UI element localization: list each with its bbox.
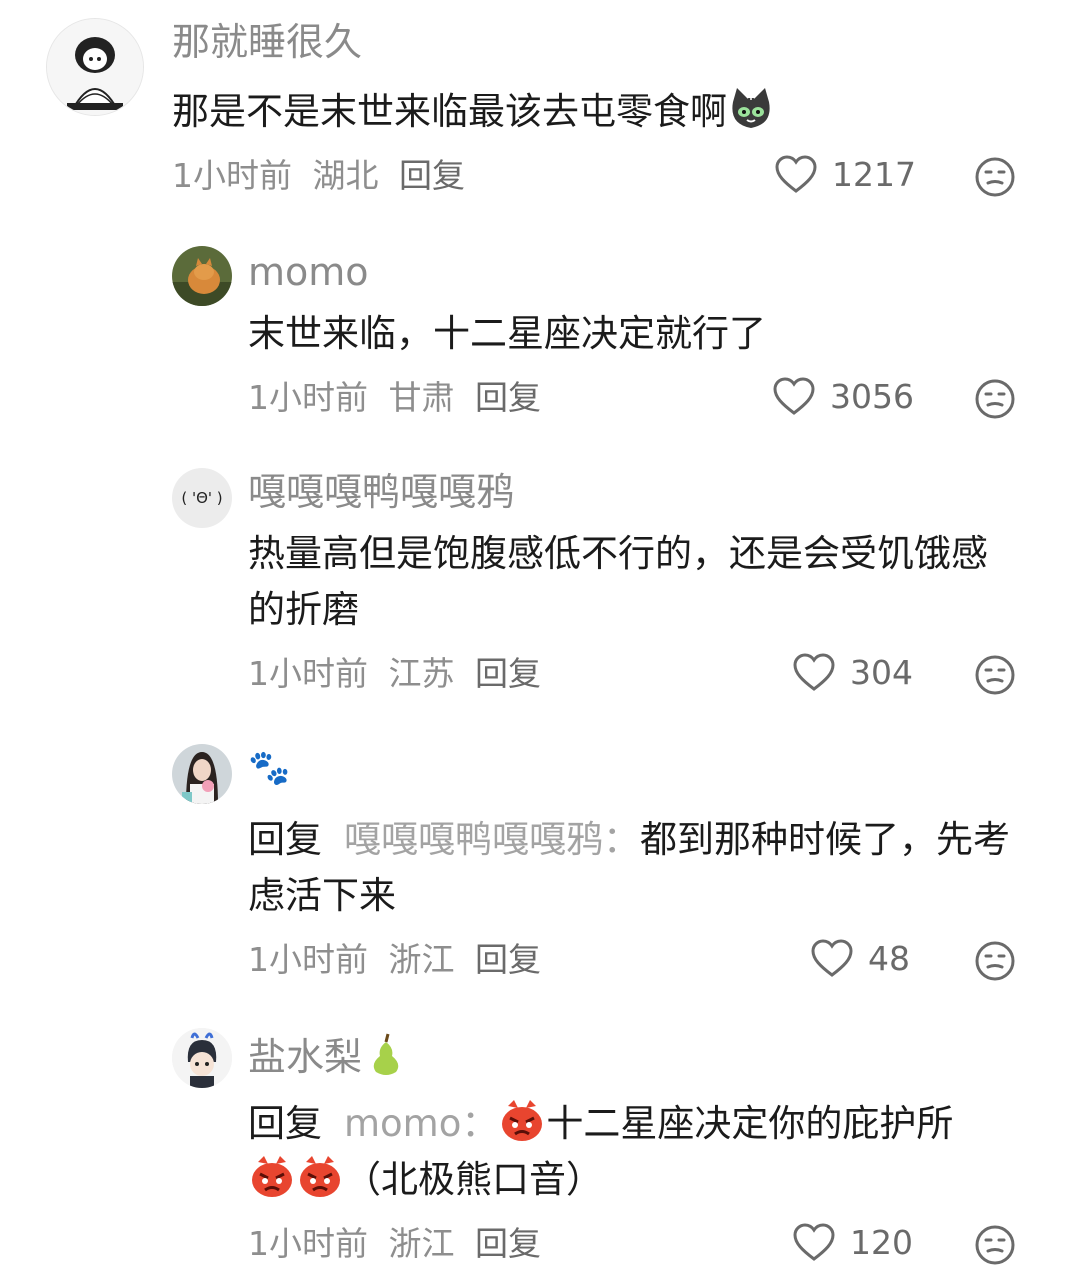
username[interactable]: 盐水梨 (248, 1030, 406, 1081)
reply-target[interactable]: 嘎嘎嘎鸭嘎嘎鸦： (344, 818, 640, 861)
location: 浙江 (388, 1224, 455, 1263)
anime-boy-avatar-icon (172, 1028, 232, 1088)
dislike-button[interactable] (974, 654, 1016, 700)
avatar[interactable] (46, 18, 144, 116)
location: 甘肃 (388, 378, 455, 417)
comment-meta: 1小时前 甘肃 回复 (248, 376, 551, 420)
like-button[interactable]: 48 (810, 938, 910, 978)
heart-icon (793, 1223, 835, 1261)
location: 浙江 (388, 940, 455, 979)
meh-face-icon (975, 1225, 1015, 1265)
timestamp: 1小时前 (248, 378, 368, 417)
meh-face-icon (975, 941, 1015, 981)
comment-meta: 1小时前 湖北 回复 (172, 154, 475, 198)
comment-text: 那是不是末世来临最该去屯零食啊 (172, 84, 1032, 140)
heart-icon (773, 377, 815, 415)
like-button[interactable]: 120 (792, 1222, 913, 1262)
dislike-button[interactable] (974, 940, 1016, 986)
comment-text: 回复 嘎嘎嘎鸭嘎嘎鸦：都到那种时候了，先考虑活下来 (248, 812, 1018, 924)
girl-photo-avatar-icon (172, 744, 232, 804)
dislike-button[interactable] (974, 1224, 1016, 1270)
username[interactable]: 🐾 (248, 744, 290, 792)
cat-face-emoji-icon (727, 84, 775, 132)
comment-4: 🐾 回复 嘎嘎嘎鸭嘎嘎鸦：都到那种时候了，先考虑活下来 1小时前 浙江 回复 48 (0, 742, 1080, 1008)
meh-face-icon (975, 157, 1015, 197)
reply-button[interactable]: 回复 (399, 156, 465, 195)
reply-button[interactable]: 回复 (475, 940, 541, 979)
reply-target[interactable]: momo： (344, 1102, 498, 1145)
username[interactable]: 嘎嘎嘎鸭嘎嘎鸦 (248, 468, 514, 516)
comment-text: 末世来临，十二星座决定就行了 (248, 312, 766, 355)
username[interactable]: momo (248, 248, 369, 296)
timestamp: 1小时前 (172, 156, 292, 195)
timestamp: 1小时前 (248, 1224, 368, 1263)
comment-meta: 1小时前 江苏 回复 (248, 652, 551, 696)
comment-2: momo 末世来临，十二星座决定就行了 1小时前 甘肃 回复 3056 (0, 240, 1080, 440)
comment-meta: 1小时前 浙江 回复 (248, 1222, 551, 1266)
comment-text: 热量高但是饱腹感低不行的，还是会受饥饿感的折磨 (248, 532, 988, 631)
comment-text-content: 十二星座决定你的庇护所 (546, 1102, 954, 1145)
like-button[interactable]: 1217 (774, 154, 916, 194)
avatar[interactable] (172, 744, 232, 804)
reply-prefix: 回复 (248, 1102, 322, 1145)
heart-icon (793, 653, 835, 691)
girl-sketch-avatar-icon (47, 19, 143, 115)
meh-face-icon (975, 655, 1015, 695)
angry-face-emoji-icon (498, 1096, 546, 1144)
like-count: 120 (850, 1222, 913, 1262)
username[interactable]: 那就睡很久 (172, 18, 362, 66)
avatar[interactable] (172, 1028, 232, 1088)
comment-1: 那就睡很久 那是不是末世来临最该去屯零食啊 1小时前 湖北 回复 1217 (0, 0, 1080, 220)
dislike-button[interactable] (974, 156, 1016, 202)
username-text: 盐水梨 (248, 1035, 363, 1079)
heart-icon (775, 155, 817, 193)
reply-prefix: 回复 (248, 818, 322, 861)
comment-text-content: 那是不是末世来临最该去屯零食啊 (172, 90, 727, 133)
heart-icon (811, 939, 853, 977)
comment-text: 回复 momo： 十二星座决定你的庇护所 （北极熊口音） (248, 1096, 1038, 1208)
comment-5: 盐水梨 回复 momo： 十二星座决定你的庇护所 （北极熊口音） 1小时前 浙江 回复… (0, 1026, 1080, 1267)
angry-face-emoji-icon (296, 1152, 344, 1200)
like-count: 3056 (830, 376, 914, 416)
comment-meta: 1小时前 浙江 回复 (248, 938, 551, 982)
location: 湖北 (312, 156, 379, 195)
avatar[interactable]: ( 'Θ' ) (172, 468, 232, 528)
location: 江苏 (388, 654, 455, 693)
reply-button[interactable]: 回复 (475, 1224, 541, 1263)
timestamp: 1小时前 (248, 654, 368, 693)
avatar[interactable] (172, 246, 232, 306)
timestamp: 1小时前 (248, 940, 368, 979)
like-button[interactable]: 304 (792, 652, 913, 692)
angry-face-emoji-icon (248, 1152, 296, 1200)
like-count: 304 (850, 652, 913, 692)
reply-button[interactable]: 回复 (475, 378, 541, 417)
like-button[interactable]: 3056 (772, 376, 914, 416)
comment-3: ( 'Θ' ) 嘎嘎嘎鸭嘎嘎鸦 热量高但是饱腹感低不行的，还是会受饥饿感的折磨 … (0, 460, 1080, 720)
cat-photo-avatar-icon (172, 246, 232, 306)
comment-text-tail: （北极熊口音） (344, 1158, 603, 1201)
like-count: 48 (868, 938, 910, 978)
reply-button[interactable]: 回复 (475, 654, 541, 693)
pear-emoji-icon (373, 1033, 399, 1075)
meh-face-icon (975, 379, 1015, 419)
avatar-kaomoji: ( 'Θ' ) (181, 489, 223, 507)
like-count: 1217 (832, 154, 916, 194)
dislike-button[interactable] (974, 378, 1016, 424)
